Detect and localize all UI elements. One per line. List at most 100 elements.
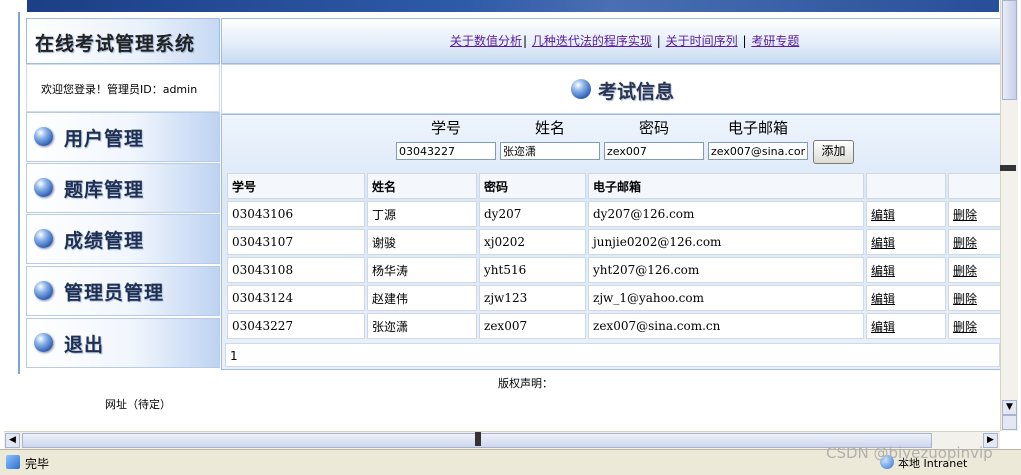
menu-admin-management[interactable]: 管理员管理 <box>26 266 220 316</box>
top-nav-links: 关于数值分析| 几种迭代法的程序实现 | 关于时间序列 | 考研专题 <box>450 32 799 49</box>
cell-name: 赵建伟 <box>367 285 477 311</box>
copyright-text: 版权声明： <box>498 377 553 390</box>
top-nav-bar: 关于数值分析| 几种迭代法的程序实现 | 关于时间序列 | 考研专题 <box>221 18 1002 64</box>
cell-password: zex007 <box>479 313 586 339</box>
cell-email: zjw_1@yahoo.com <box>588 285 864 311</box>
column-header-email: 电子邮箱 <box>588 173 864 199</box>
table-row: 03043106 丁源 dy207 dy207@126.com 编辑 删除 <box>227 201 1003 227</box>
scroll-right-corner-icon <box>1002 415 1017 430</box>
top-banner <box>27 0 999 12</box>
cell-edit: 编辑 <box>866 313 946 339</box>
student-id-input[interactable] <box>396 142 496 160</box>
nav-separator: | <box>742 34 747 48</box>
cell-delete: 删除 <box>948 229 1003 255</box>
cell-email: yht207@126.com <box>588 257 864 283</box>
cell-delete: 删除 <box>948 201 1003 227</box>
table-row: 03043107 谢骏 xj0202 junjie0202@126.com 编辑… <box>227 229 1003 255</box>
cell-name: 丁源 <box>367 201 477 227</box>
scroll-marker <box>1000 165 1016 171</box>
add-button[interactable]: 添加 <box>813 140 854 164</box>
pager-page-number[interactable]: 1 <box>230 349 238 363</box>
cell-name: 谢骏 <box>367 229 477 255</box>
edit-link[interactable]: 编辑 <box>871 320 895 334</box>
cell-password: yht516 <box>479 257 586 283</box>
email-input[interactable] <box>708 142 808 160</box>
system-title-box: 在线考试管理系统 <box>26 18 220 64</box>
nav-link-postgrad-topics[interactable]: 考研专题 <box>751 34 799 48</box>
column-header-delete <box>948 173 1003 199</box>
menu-user-management[interactable]: 用户管理 <box>26 112 220 162</box>
orb-icon <box>34 333 53 352</box>
cell-email: dy207@126.com <box>588 201 864 227</box>
cell-edit: 编辑 <box>866 257 946 283</box>
delete-link[interactable]: 删除 <box>953 292 977 306</box>
welcome-text: 欢迎您登录！管理员ID：admin <box>41 83 198 96</box>
edit-link[interactable]: 编辑 <box>871 236 895 250</box>
password-input[interactable] <box>604 142 704 160</box>
cell-name: 杨华涛 <box>367 257 477 283</box>
orb-icon <box>571 79 591 99</box>
scroll-left-icon[interactable]: ◀ <box>5 433 20 448</box>
sidebar: 在线考试管理系统 欢迎您登录！管理员ID：admin 用户管理 题库管理 成绩管… <box>26 18 220 374</box>
menu-label: 管理员管理 <box>64 282 165 304</box>
delete-link[interactable]: 删除 <box>953 208 977 222</box>
table-row: 03043108 杨华涛 yht516 yht207@126.com 编辑 删除 <box>227 257 1003 283</box>
table-row: 03043227 张迩潇 zex007 zex007@sina.com.cn 编… <box>227 313 1003 339</box>
nav-link-time-series[interactable]: 关于时间序列 <box>666 34 738 48</box>
edit-link[interactable]: 编辑 <box>871 264 895 278</box>
table-header-row: 学号 姓名 密码 电子邮箱 <box>227 173 1003 199</box>
orb-icon <box>34 178 53 197</box>
cell-id: 03043107 <box>227 229 365 255</box>
edit-link[interactable]: 编辑 <box>871 292 895 306</box>
nav-separator: | <box>656 34 661 48</box>
label-password: 密码 <box>639 119 670 137</box>
cell-id: 03043124 <box>227 285 365 311</box>
nav-link-numerical-analysis[interactable]: 关于数值分析 <box>450 34 522 48</box>
scroll-marker <box>475 432 481 446</box>
cell-edit: 编辑 <box>866 201 946 227</box>
system-title: 在线考试管理系统 <box>35 33 196 55</box>
cell-id: 03043106 <box>227 201 365 227</box>
content-header: 考试信息 <box>221 64 1002 114</box>
cell-edit: 编辑 <box>866 229 946 255</box>
column-header-id: 学号 <box>227 173 365 199</box>
name-input[interactable] <box>500 142 600 160</box>
label-email: 电子邮箱 <box>728 119 789 137</box>
scroll-down-icon[interactable]: ▼ <box>1002 400 1017 415</box>
cell-id: 03043108 <box>227 257 365 283</box>
user-table: 学号 姓名 密码 电子邮箱 03043106 丁源 dy207 dy207@12… <box>225 171 1005 341</box>
status-text: 完毕 <box>25 457 50 471</box>
orb-icon <box>34 281 53 300</box>
edit-link[interactable]: 编辑 <box>871 208 895 222</box>
cell-email: junjie0202@126.com <box>588 229 864 255</box>
page-icon <box>6 455 20 469</box>
pager: 1 <box>225 343 1000 367</box>
vertical-scrollbar[interactable]: ▼ <box>1000 0 1018 431</box>
cell-id: 03043227 <box>227 313 365 339</box>
menu-score-management[interactable]: 成绩管理 <box>26 214 220 264</box>
nav-link-iteration-methods[interactable]: 几种迭代法的程序实现 <box>532 34 652 48</box>
menu-question-bank[interactable]: 题库管理 <box>26 163 220 213</box>
orb-icon <box>34 127 53 146</box>
cell-password: zjw123 <box>479 285 586 311</box>
label-student-id: 学号 <box>431 119 462 137</box>
menu-label: 退出 <box>64 334 105 356</box>
menu-logout[interactable]: 退出 <box>26 318 220 368</box>
delete-link[interactable]: 删除 <box>953 236 977 250</box>
cell-delete: 删除 <box>948 285 1003 311</box>
welcome-box: 欢迎您登录！管理员ID：admin <box>26 64 220 112</box>
delete-link[interactable]: 删除 <box>953 264 977 278</box>
cell-name: 张迩潇 <box>367 313 477 339</box>
orb-icon <box>34 229 53 248</box>
column-header-edit <box>866 173 946 199</box>
cell-delete: 删除 <box>948 313 1003 339</box>
cell-edit: 编辑 <box>866 285 946 311</box>
delete-link[interactable]: 删除 <box>953 320 977 334</box>
cell-delete: 删除 <box>948 257 1003 283</box>
column-header-password: 密码 <box>479 173 586 199</box>
menu-label: 用户管理 <box>64 128 145 150</box>
vertical-scroll-thumb[interactable] <box>1002 0 1017 100</box>
menu-label: 题库管理 <box>64 179 145 201</box>
column-header-name: 姓名 <box>367 173 477 199</box>
watermark: CSDN @biyezuopinvip <box>826 444 993 462</box>
